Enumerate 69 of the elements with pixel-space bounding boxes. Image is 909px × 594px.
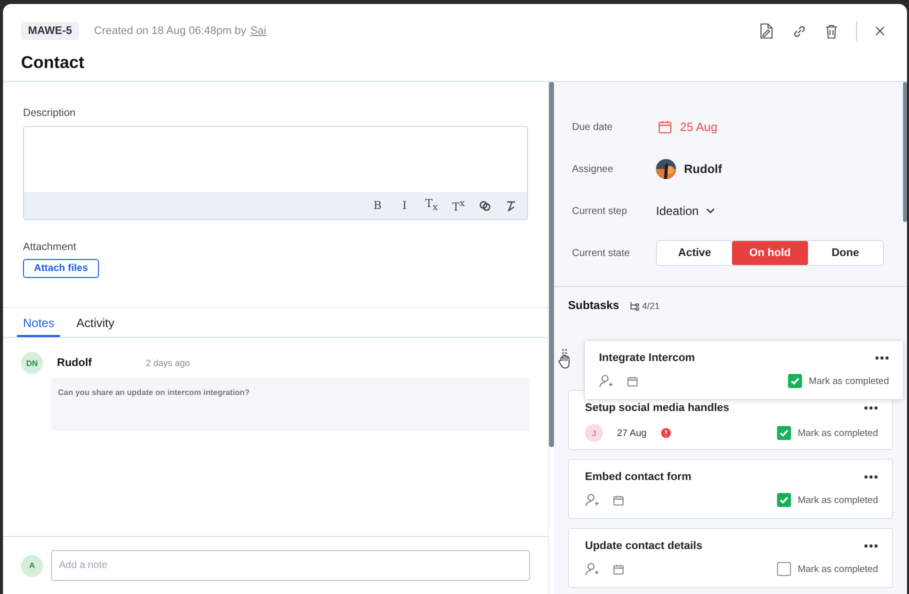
checkbox-label: Mark as completed [808,376,889,386]
more-icon[interactable] [864,475,878,479]
state-option[interactable]: On hold [732,241,808,265]
user-avatar: DN [21,352,43,374]
note-author: Rudolf [57,357,92,369]
attach-files-button[interactable]: Attach files [23,259,99,278]
calendar-icon[interactable] [613,494,624,506]
field-label: Due date [572,122,614,132]
format-button[interactable]: T$_{x}$ [425,197,438,214]
checkbox[interactable] [776,493,791,507]
note-text: Can you share an update on intercom integration? [51,378,530,431]
subtask-title: Update contact details [585,540,702,552]
format-button[interactable]: I [398,199,411,212]
subtask-count: 4/21 [629,301,660,311]
add-person-icon[interactable] [585,493,599,507]
author-link[interactable]: Sai [250,25,266,37]
checkbox[interactable] [776,562,791,576]
field-label: Assignee [572,164,614,174]
scrollbar-thumb[interactable] [549,82,554,447]
checkbox-label: Mark as completed [798,564,878,574]
subtask-date[interactable]: 27 Aug [617,428,647,438]
scrollbar-thumb[interactable] [903,82,907,222]
state-option[interactable]: Done [808,241,883,265]
checkbox[interactable] [788,374,802,388]
tab[interactable]: Notes [17,308,60,337]
section-title: Subtasks [568,300,620,312]
subtask-card[interactable]: Update contact details Mark as completed [568,528,893,588]
description-editor[interactable]: B I T$_{x}$ T$^{x}$ [23,126,528,220]
field-label: Attachment [23,241,78,253]
subtask-title: Embed contact form [585,471,692,483]
field-label: Description [23,107,77,119]
link-icon[interactable] [479,200,491,212]
more-icon[interactable] [864,544,878,548]
calendar-icon[interactable] [627,376,638,386]
close-icon[interactable] [875,26,885,36]
more-icon[interactable] [864,406,878,410]
format-button[interactable]: B [371,199,384,212]
tab[interactable]: Activity [70,308,120,337]
clear-format-icon[interactable] [505,200,517,212]
subtask-title: Integrate Intercom [599,352,695,364]
trash-icon[interactable] [825,24,838,38]
subtask-icon [629,301,640,311]
state-option[interactable]: Active [657,241,732,265]
created-info: Created on 18 Aug 06:48pm by [94,25,246,37]
add-person-icon[interactable] [585,562,599,576]
link-icon[interactable] [792,24,807,38]
edit-document-icon[interactable] [759,23,774,39]
task-title: Contact [21,53,86,73]
subtask-title: Setup social media handles [585,402,730,414]
checkbox-label: Mark as completed [798,494,878,506]
more-icon[interactable] [875,356,889,360]
step-dropdown[interactable]: Ideation [656,204,715,218]
note-input-field[interactable]: Add a note [51,550,530,581]
field-label: Current state [572,248,631,258]
assignee-name[interactable]: Rudolf [684,162,722,176]
checkbox-label: Mark as completed [798,428,878,438]
field-label: Current step [572,206,628,216]
calendar-icon[interactable] [658,120,672,134]
checkbox[interactable] [776,426,791,440]
due-date[interactable]: 25 Aug [680,120,718,134]
add-person-icon[interactable] [599,374,613,388]
note-time: 2 days ago [146,358,190,368]
subtask-card[interactable]: Integrate Intercom Mark as completed [584,340,904,400]
subtask-card[interactable]: Embed contact form Mark as completed [568,459,893,519]
chevron-down-icon[interactable] [706,208,715,214]
user-avatar: A [21,554,43,576]
calendar-icon[interactable] [613,564,624,574]
format-button[interactable]: T$^{x}$ [452,198,465,214]
task-id-badge: MAWE-5 [21,22,79,40]
